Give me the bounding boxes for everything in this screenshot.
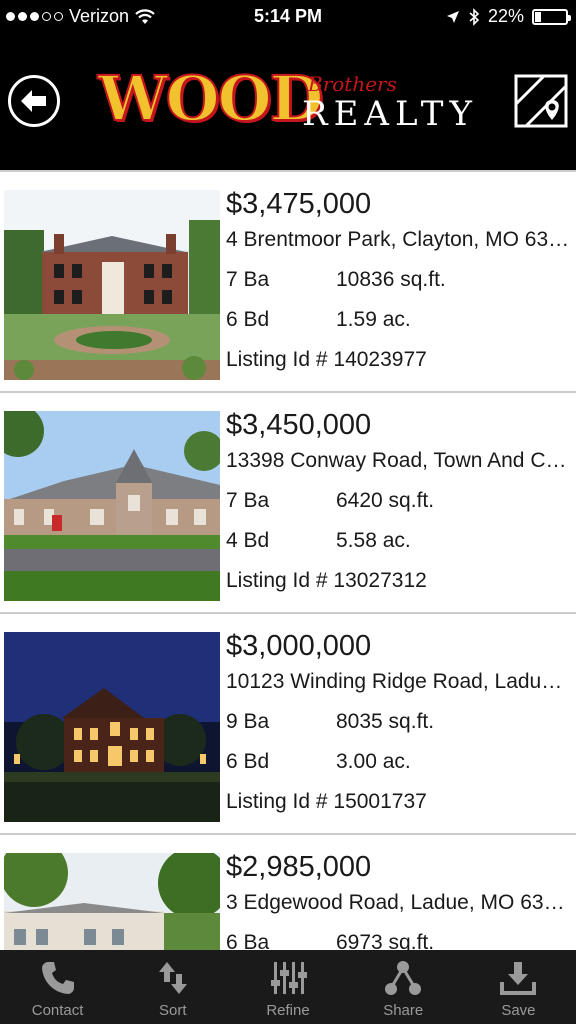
logo-brothers-text: Brothers xyxy=(308,72,397,96)
listing-id: Listing Id # 14023977 xyxy=(226,348,427,371)
listing-photo[interactable] xyxy=(4,853,220,952)
sort-arrows-icon xyxy=(158,962,187,994)
listing-sqft: 10836 sq.ft. xyxy=(336,268,446,291)
listing-stats-row: 4 Bd 5.58 ac. xyxy=(226,527,572,555)
refine-label: Refine xyxy=(266,1002,310,1019)
app-header: WOOD Brothers REALTY xyxy=(0,34,576,170)
refine-tab[interactable]: Refine xyxy=(230,950,345,1024)
listing-photo[interactable] xyxy=(4,411,220,601)
share-icon xyxy=(385,961,422,995)
logo-wood-text: WOOD xyxy=(97,62,324,135)
listing-stats-row: 7 Ba 10836 sq.ft. xyxy=(226,266,572,294)
listing-baths: 7 Ba xyxy=(226,268,270,291)
listing-price: $2,985,000 xyxy=(226,851,372,883)
listing-sqft: 8035 sq.ft. xyxy=(336,710,435,733)
listing-photo[interactable] xyxy=(4,632,220,822)
listing-address: 13398 Conway Road, Town And Country, MO xyxy=(226,449,572,472)
listing-id: Listing Id # 15001737 xyxy=(226,790,427,813)
listing-row[interactable]: $3,000,000 10123 Winding Ridge Road, Lad… xyxy=(0,614,576,835)
listing-price: $3,475,000 xyxy=(226,188,372,220)
listing-baths: 7 Ba xyxy=(226,489,270,512)
contact-tab[interactable]: Contact xyxy=(0,950,115,1024)
sliders-icon xyxy=(271,962,307,994)
listing-row[interactable]: $3,450,000 13398 Conway Road, Town And C… xyxy=(0,393,576,614)
save-label: Save xyxy=(501,1002,536,1019)
location-arrow-icon xyxy=(446,10,459,23)
listing-info: $2,985,000 3 Edgewood Road, Ladue, MO 63… xyxy=(226,849,572,952)
bottom-toolbar: Contact Sort Refine Share Save xyxy=(0,950,576,1024)
listing-address: 3 Edgewood Road, Ladue, MO 63124 xyxy=(226,891,572,914)
logo-realty-text: REALTY xyxy=(302,94,478,134)
wood-brothers-realty-logo: WOOD Brothers REALTY xyxy=(97,62,488,140)
back-button[interactable] xyxy=(8,75,60,127)
listing-info: $3,475,000 4 Brentmoor Park, Clayton, MO… xyxy=(226,186,572,374)
share-label: Share xyxy=(383,1002,424,1019)
listing-baths: 6 Ba xyxy=(226,931,270,952)
contact-label: Contact xyxy=(31,1002,84,1019)
listing-info: $3,450,000 13398 Conway Road, Town And C… xyxy=(226,407,572,595)
listing-beds: 4 Bd xyxy=(226,529,270,552)
listing-price: $3,000,000 xyxy=(226,630,372,662)
battery-icon xyxy=(532,8,571,25)
listing-row[interactable]: $2,985,000 3 Edgewood Road, Ladue, MO 63… xyxy=(0,835,576,952)
listing-stats-row: 6 Ba 6973 sq.ft. xyxy=(226,929,572,952)
listing-price: $3,450,000 xyxy=(226,409,372,441)
listing-row[interactable]: $3,475,000 4 Brentmoor Park, Clayton, MO… xyxy=(0,172,576,393)
listing-stats-row: 7 Ba 6420 sq.ft. xyxy=(226,487,572,515)
status-bar: Verizon 5:14 PM 22% xyxy=(0,0,576,34)
map-pin-icon xyxy=(514,74,568,128)
battery-percent: 22% xyxy=(487,6,524,26)
listing-beds: 6 Bd xyxy=(226,308,270,331)
listing-stats-row: 9 Ba 8035 sq.ft. xyxy=(226,708,572,736)
listing-sqft: 6420 sq.ft. xyxy=(336,489,435,512)
back-arrow-icon xyxy=(21,90,46,112)
listing-list[interactable]: $3,475,000 4 Brentmoor Park, Clayton, MO… xyxy=(0,170,576,952)
listing-id: Listing Id # 13027312 xyxy=(226,569,427,592)
save-tab[interactable]: Save xyxy=(461,950,576,1024)
listing-address: 10123 Winding Ridge Road, Ladue, MO xyxy=(226,670,572,693)
listing-stats-row: 6 Bd 3.00 ac. xyxy=(226,748,572,776)
share-tab[interactable]: Share xyxy=(346,950,461,1024)
listing-beds: 6 Bd xyxy=(226,750,270,773)
listing-sqft: 6973 sq.ft. xyxy=(336,931,435,952)
listing-acres: 3.00 ac. xyxy=(336,750,411,773)
listing-stats-row: 6 Bd 1.59 ac. xyxy=(226,306,572,334)
bluetooth-icon xyxy=(469,7,480,26)
listing-info: $3,000,000 10123 Winding Ridge Road, Lad… xyxy=(226,628,572,816)
listing-address: 4 Brentmoor Park, Clayton, MO 63105 xyxy=(226,228,572,251)
download-icon xyxy=(500,962,537,995)
status-right: 22% xyxy=(446,6,571,27)
map-view-button[interactable] xyxy=(514,74,568,128)
listing-baths: 9 Ba xyxy=(226,710,270,733)
listing-acres: 5.58 ac. xyxy=(336,529,411,552)
sort-tab[interactable]: Sort xyxy=(115,950,230,1024)
phone-icon xyxy=(41,962,74,994)
listing-photo[interactable] xyxy=(4,190,220,380)
listing-acres: 1.59 ac. xyxy=(336,308,411,331)
sort-label: Sort xyxy=(159,1002,187,1019)
